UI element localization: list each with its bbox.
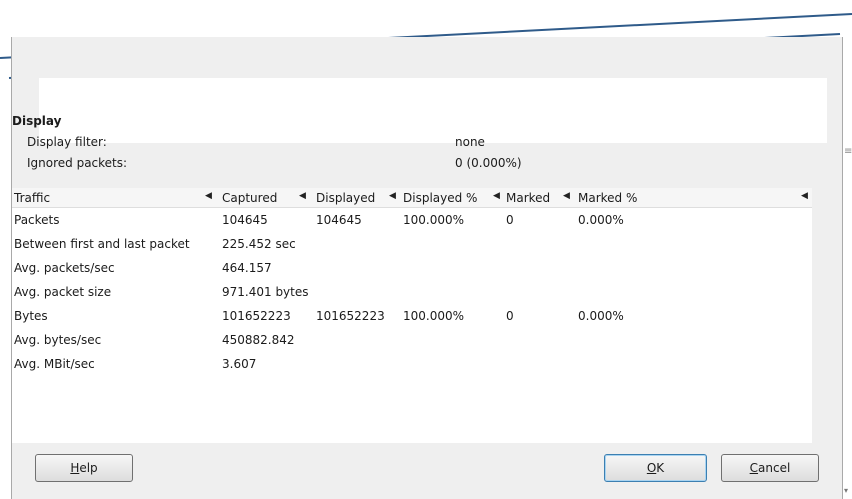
ok-mnemonic: O	[646, 461, 657, 475]
col-header-marked[interactable]: Marked	[506, 191, 550, 205]
table-row: Avg. MBit/sec 3.607	[12, 353, 812, 377]
cancel-label-rest: ancel	[758, 461, 791, 475]
table-row: Avg. bytes/sec 450882.842	[12, 329, 812, 353]
cell-marked-pct: 0.000%	[578, 309, 624, 323]
table-row: Packets 104645 104645 100.000% 0 0.000%	[12, 209, 812, 233]
cell-marked: 0	[506, 309, 514, 323]
col-header-captured[interactable]: Captured	[222, 191, 277, 205]
ok-label-rest: K	[656, 461, 665, 475]
cell-captured: 971.401 bytes	[222, 285, 309, 299]
resize-grip-icon[interactable]: ▾	[844, 486, 848, 495]
cell-traffic: Packets	[14, 213, 60, 227]
table-row: Avg. packets/sec 464.157	[12, 257, 812, 281]
ok-button[interactable]: OK	[604, 454, 707, 482]
sort-arrow-icon[interactable]: ◀	[801, 191, 808, 201]
cell-captured: 450882.842	[222, 333, 295, 347]
cell-traffic: Avg. packet size	[14, 285, 112, 299]
help-label-rest: elp	[79, 461, 98, 475]
col-header-displayed[interactable]: Displayed	[316, 191, 375, 205]
display-filter-value: none	[455, 135, 485, 149]
cell-captured: 3.607	[222, 357, 257, 371]
capture-info-panel	[39, 78, 827, 143]
col-header-traffic[interactable]: Traffic	[14, 191, 50, 205]
col-header-marked-pct[interactable]: Marked %	[578, 191, 637, 205]
cell-traffic: Avg. bytes/sec	[14, 333, 102, 347]
cell-captured: 104645	[222, 213, 268, 227]
table-row: Bytes 101652223 101652223 100.000% 0 0.0…	[12, 305, 812, 329]
cell-displayed-pct: 100.000%	[403, 213, 465, 227]
cell-captured: 225.452 sec	[222, 237, 296, 251]
scrollbar-grip-icon[interactable]: ≡	[844, 146, 852, 158]
cell-captured: 464.157	[222, 261, 272, 275]
cell-traffic: Between first and last packet	[14, 237, 190, 251]
sort-arrow-icon[interactable]: ◀	[493, 191, 500, 201]
ignored-packets-label: Ignored packets:	[27, 156, 128, 170]
sort-arrow-icon[interactable]: ◀	[563, 191, 570, 201]
display-filter-label: Display filter:	[27, 135, 107, 149]
cancel-mnemonic: C	[749, 461, 759, 475]
cell-displayed: 101652223	[316, 309, 385, 323]
traffic-table: Traffic ◀ Captured ◀ Displayed ◀ Display…	[12, 188, 812, 443]
section-title-display: Display	[12, 114, 62, 128]
table-row: Between first and last packet 225.452 se…	[12, 233, 812, 257]
help-mnemonic: H	[70, 461, 80, 475]
cell-marked-pct: 0.000%	[578, 213, 624, 227]
table-row: Avg. packet size 971.401 bytes	[12, 281, 812, 305]
cancel-button[interactable]: Cancel	[721, 454, 819, 482]
ignored-packets-value: 0 (0.000%)	[455, 156, 522, 170]
cell-traffic: Avg. packets/sec	[14, 261, 115, 275]
help-button[interactable]: Help	[35, 454, 133, 482]
cell-traffic: Bytes	[14, 309, 48, 323]
sort-arrow-icon[interactable]: ◀	[389, 191, 396, 201]
cell-displayed: 104645	[316, 213, 362, 227]
sort-arrow-icon[interactable]: ◀	[299, 191, 306, 201]
col-header-displayed-pct[interactable]: Displayed %	[403, 191, 477, 205]
cell-traffic: Avg. MBit/sec	[14, 357, 95, 371]
display-section: Display	[12, 114, 61, 128]
sort-arrow-icon[interactable]: ◀	[205, 191, 212, 201]
cell-displayed-pct: 100.000%	[403, 309, 465, 323]
cell-captured: 101652223	[222, 309, 291, 323]
cell-marked: 0	[506, 213, 514, 227]
table-header: Traffic ◀ Captured ◀ Displayed ◀ Display…	[12, 188, 812, 208]
